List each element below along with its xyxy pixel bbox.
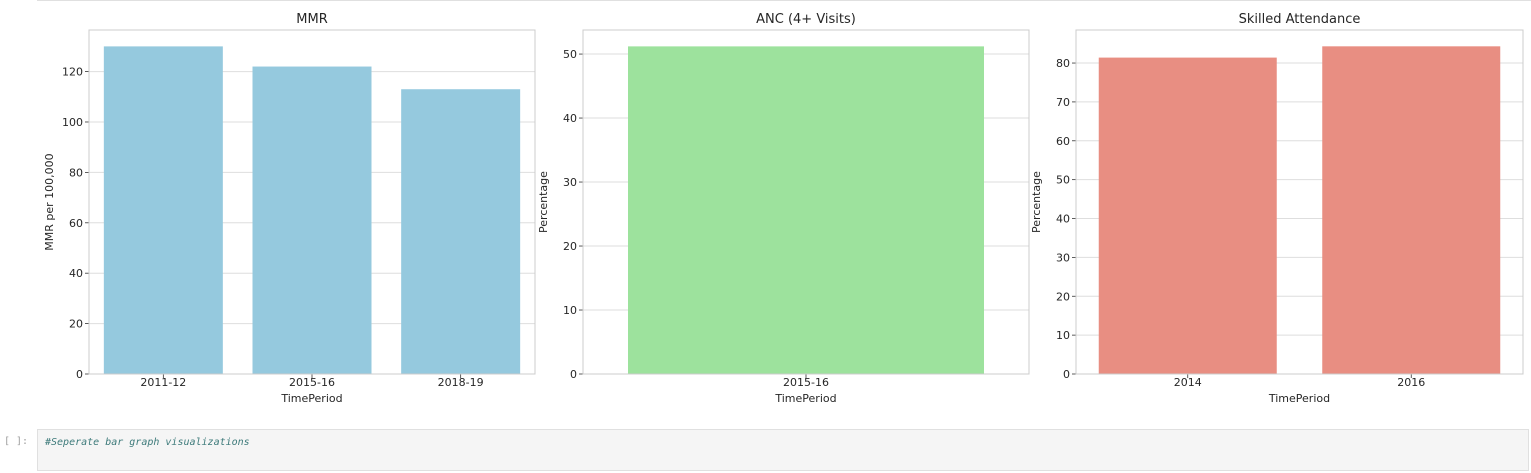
anc-y-tick-label: 40: [563, 112, 577, 125]
anc-chart-title: ANC (4+ Visits): [756, 12, 856, 27]
anc-x-axis-label: TimePeriod: [774, 392, 836, 405]
skilled-bar-2016: [1322, 46, 1501, 374]
mmr-x-tick-label: 2011-12: [140, 376, 186, 389]
mmr-y-tick-label: 120: [62, 66, 83, 79]
skilled-y-axis-label: Percentage: [1030, 171, 1043, 233]
skilled-y-tick-label: 70: [1056, 96, 1070, 109]
mmr-y-tick-label: 0: [76, 368, 83, 381]
mmr-x-tick-label: 2015-16: [289, 376, 335, 389]
mmr-x-tick-label: 2018-19: [438, 376, 484, 389]
mmr-y-tick-label: 40: [69, 267, 83, 280]
mmr-y-axis-label: MMR per 100,000: [43, 153, 56, 250]
skilled-y-tick-label: 30: [1056, 251, 1070, 264]
anc-y-tick-label: 50: [563, 48, 577, 61]
skilled-y-tick-label: 20: [1056, 290, 1070, 303]
mmr-chart-title: MMR: [296, 12, 327, 27]
anc-y-tick-label: 20: [563, 240, 577, 253]
skilled-y-tick-label: 80: [1056, 57, 1070, 70]
anc-x-tick-label: 2015-16: [783, 376, 829, 389]
skilled-y-tick-label: 60: [1056, 135, 1070, 148]
anc-y-axis-label: Percentage: [537, 171, 550, 233]
mmr-y-tick-label: 60: [69, 217, 83, 230]
mmr-bar-2011-12: [103, 46, 223, 374]
anc-bar-2015-16: [628, 46, 984, 374]
cell-prompt: [ ]:: [4, 436, 29, 447]
skilled-bar-2014: [1098, 57, 1277, 374]
anc-y-tick-label: 0: [570, 368, 577, 381]
mmr-y-tick-label: 20: [69, 318, 83, 331]
mmr-bar-2018-19: [401, 89, 521, 374]
skilled-y-tick-label: 10: [1056, 329, 1070, 342]
mmr-y-tick-label: 80: [69, 166, 83, 179]
skilled-y-tick-label: 40: [1056, 213, 1070, 226]
skilled-x-tick-label: 2014: [1174, 376, 1202, 389]
code-cell-text[interactable]: #Seperate bar graph visualizations: [45, 437, 250, 448]
charts-figure: 0204060801001202011-12 2015-16 2018-19MMRT…: [43, 12, 1524, 405]
mmr-y-tick-label: 100: [62, 116, 83, 129]
code-cell[interactable]: #Seperate bar graph visualizations: [37, 429, 1529, 471]
anc-y-tick-label: 10: [563, 304, 577, 317]
anc-y-tick-label: 30: [563, 176, 577, 189]
mmr-bar-2015-16: [252, 66, 372, 375]
skilled-x-tick-label: 2016: [1397, 376, 1425, 389]
mmr-x-axis-label: TimePeriod: [280, 392, 342, 405]
skilled-y-tick-label: 50: [1056, 174, 1070, 187]
skilled-x-axis-label: TimePeriod: [1268, 392, 1330, 405]
skilled-chart-title: Skilled Attendance: [1239, 12, 1361, 27]
skilled-y-tick-label: 0: [1063, 368, 1070, 381]
